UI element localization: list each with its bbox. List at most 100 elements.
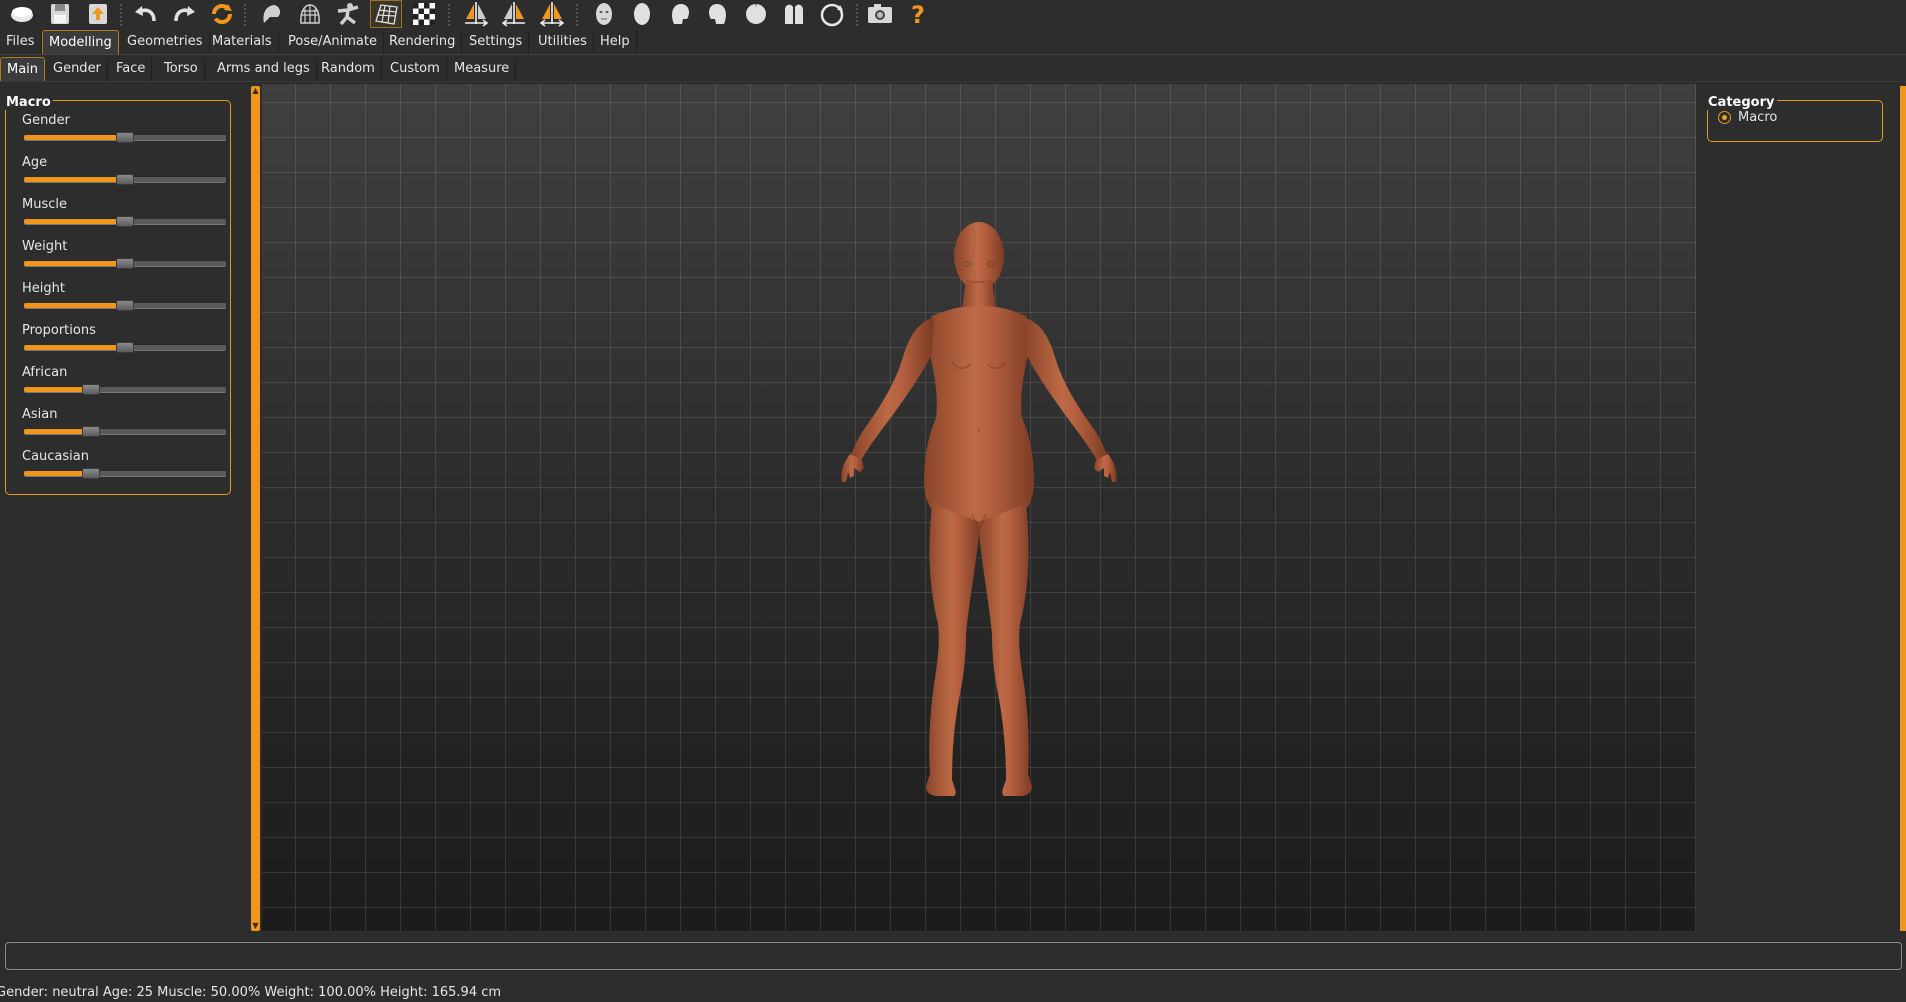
left-panel-splitter[interactable]: ▲ ▼ [251,86,260,931]
reset-camera-icon[interactable] [816,0,848,28]
screenshot-icon[interactable] [864,0,896,28]
slider-fill [24,345,125,350]
slider-label: Muscle [22,197,67,212]
pose-icon[interactable] [332,0,364,28]
slider-track[interactable] [24,384,226,395]
subtab-arms-and-legs[interactable]: Arms and legs [211,57,317,81]
macro-group: Gender Age Muscle Weight Height Proporti… [5,100,231,495]
slider-label: African [22,365,68,380]
symmetry-left-icon[interactable] [498,0,530,28]
redo-icon[interactable] [168,0,200,28]
slider-track[interactable] [24,132,226,143]
slider-handle[interactable] [82,384,101,395]
tab-pose-animate[interactable]: Pose/Animate [282,30,384,54]
slider-caucasian[interactable]: Caucasian [22,449,228,489]
slider-handle[interactable] [116,300,134,311]
slider-label: Weight [22,239,68,254]
slider-track[interactable] [24,342,226,353]
back-view-icon[interactable] [626,0,658,28]
undo-icon[interactable] [130,0,162,28]
smooth-icon[interactable] [256,0,288,28]
wireframe-icon[interactable] [294,0,326,28]
slider-track[interactable] [24,300,226,311]
bottom-view-icon[interactable] [778,0,810,28]
slider-gender[interactable]: Gender [22,113,228,153]
slider-fill [24,429,92,434]
slider-label: Caucasian [22,449,89,464]
slider-age[interactable]: Age [22,155,228,195]
slider-handle[interactable] [82,426,101,437]
slider-fill [24,135,125,140]
new-icon[interactable] [6,0,38,28]
export-icon[interactable] [82,0,114,28]
left-view-icon[interactable] [664,0,696,28]
top-view-icon[interactable] [740,0,772,28]
slider-track[interactable] [24,174,226,185]
radio-selected-dot [1722,115,1727,120]
tab-geometries[interactable]: Geometries [121,30,210,54]
slider-weight[interactable]: Weight [22,239,228,279]
subtab-main[interactable]: Main [0,57,46,81]
slider-height[interactable]: Height [22,281,228,321]
subtab-custom[interactable]: Custom [384,57,447,81]
reset-icon[interactable] [206,0,238,28]
subtab-divider [0,81,1906,82]
symmetry-right-icon[interactable] [460,0,492,28]
macro-group-title: Macro [4,95,53,110]
right-panel-splitter[interactable] [1900,86,1906,931]
tab-settings[interactable]: Settings [463,30,530,54]
slider-handle[interactable] [116,258,134,269]
tab-utilities[interactable]: Utilities [532,30,594,54]
svg-text:?: ? [911,1,925,27]
slider-label: Proportions [22,323,96,338]
right-panel: Macro Category [1697,82,1897,932]
subtab-face[interactable]: Face [110,57,153,81]
status-bar: Gender: neutral Age: 25 Muscle: 50.00% W… [0,985,502,1000]
symmetry-icon[interactable] [536,0,568,28]
left-panel: Gender Age Muscle Weight Height Proporti… [0,82,250,932]
slider-label: Asian [22,407,58,422]
slider-track[interactable] [24,258,226,269]
slider-fill [24,261,125,266]
category-group-title: Category [1705,95,1778,110]
slider-asian[interactable]: Asian [22,407,228,447]
command-input[interactable] [5,942,1902,970]
tab-help[interactable]: Help [594,30,637,54]
subtab-random[interactable]: Random [315,57,382,81]
slider-fill [24,219,125,224]
tab-materials[interactable]: Materials [206,30,279,54]
slider-label: Gender [22,113,70,128]
slider-fill [24,387,92,392]
help-icon[interactable]: ? [902,0,934,28]
slider-handle[interactable] [116,174,134,185]
slider-track[interactable] [24,468,226,479]
slider-proportions[interactable]: Proportions [22,323,228,363]
tab-divider [0,54,1906,55]
radio-macro[interactable] [1718,111,1731,124]
save-icon[interactable] [44,0,76,28]
slider-african[interactable]: African [22,365,228,405]
subtab-measure[interactable]: Measure [448,57,517,81]
tab-rendering[interactable]: Rendering [383,30,463,54]
toolbar: ? [0,0,1906,28]
slider-track[interactable] [24,426,226,437]
slider-track[interactable] [24,216,226,227]
slider-handle[interactable] [116,132,134,143]
right-view-icon[interactable] [702,0,734,28]
grid-icon[interactable] [370,0,402,28]
slider-handle[interactable] [82,468,101,479]
slider-label: Height [22,281,65,296]
splitter-arrow-down-icon: ▼ [252,921,259,930]
subtab-torso[interactable]: Torso [158,57,205,81]
3d-viewport[interactable] [262,84,1696,931]
tab-files[interactable]: Files [0,30,42,54]
slider-handle[interactable] [116,342,134,353]
subtab-gender[interactable]: Gender [47,57,108,81]
radio-macro-label[interactable]: Macro [1738,110,1777,125]
slider-handle[interactable] [116,216,134,227]
tab-modelling[interactable]: Modelling [42,30,119,54]
slider-muscle[interactable]: Muscle [22,197,228,237]
checker-background-icon[interactable] [408,0,440,28]
front-view-icon[interactable] [588,0,620,28]
human-model[interactable] [782,214,1162,814]
